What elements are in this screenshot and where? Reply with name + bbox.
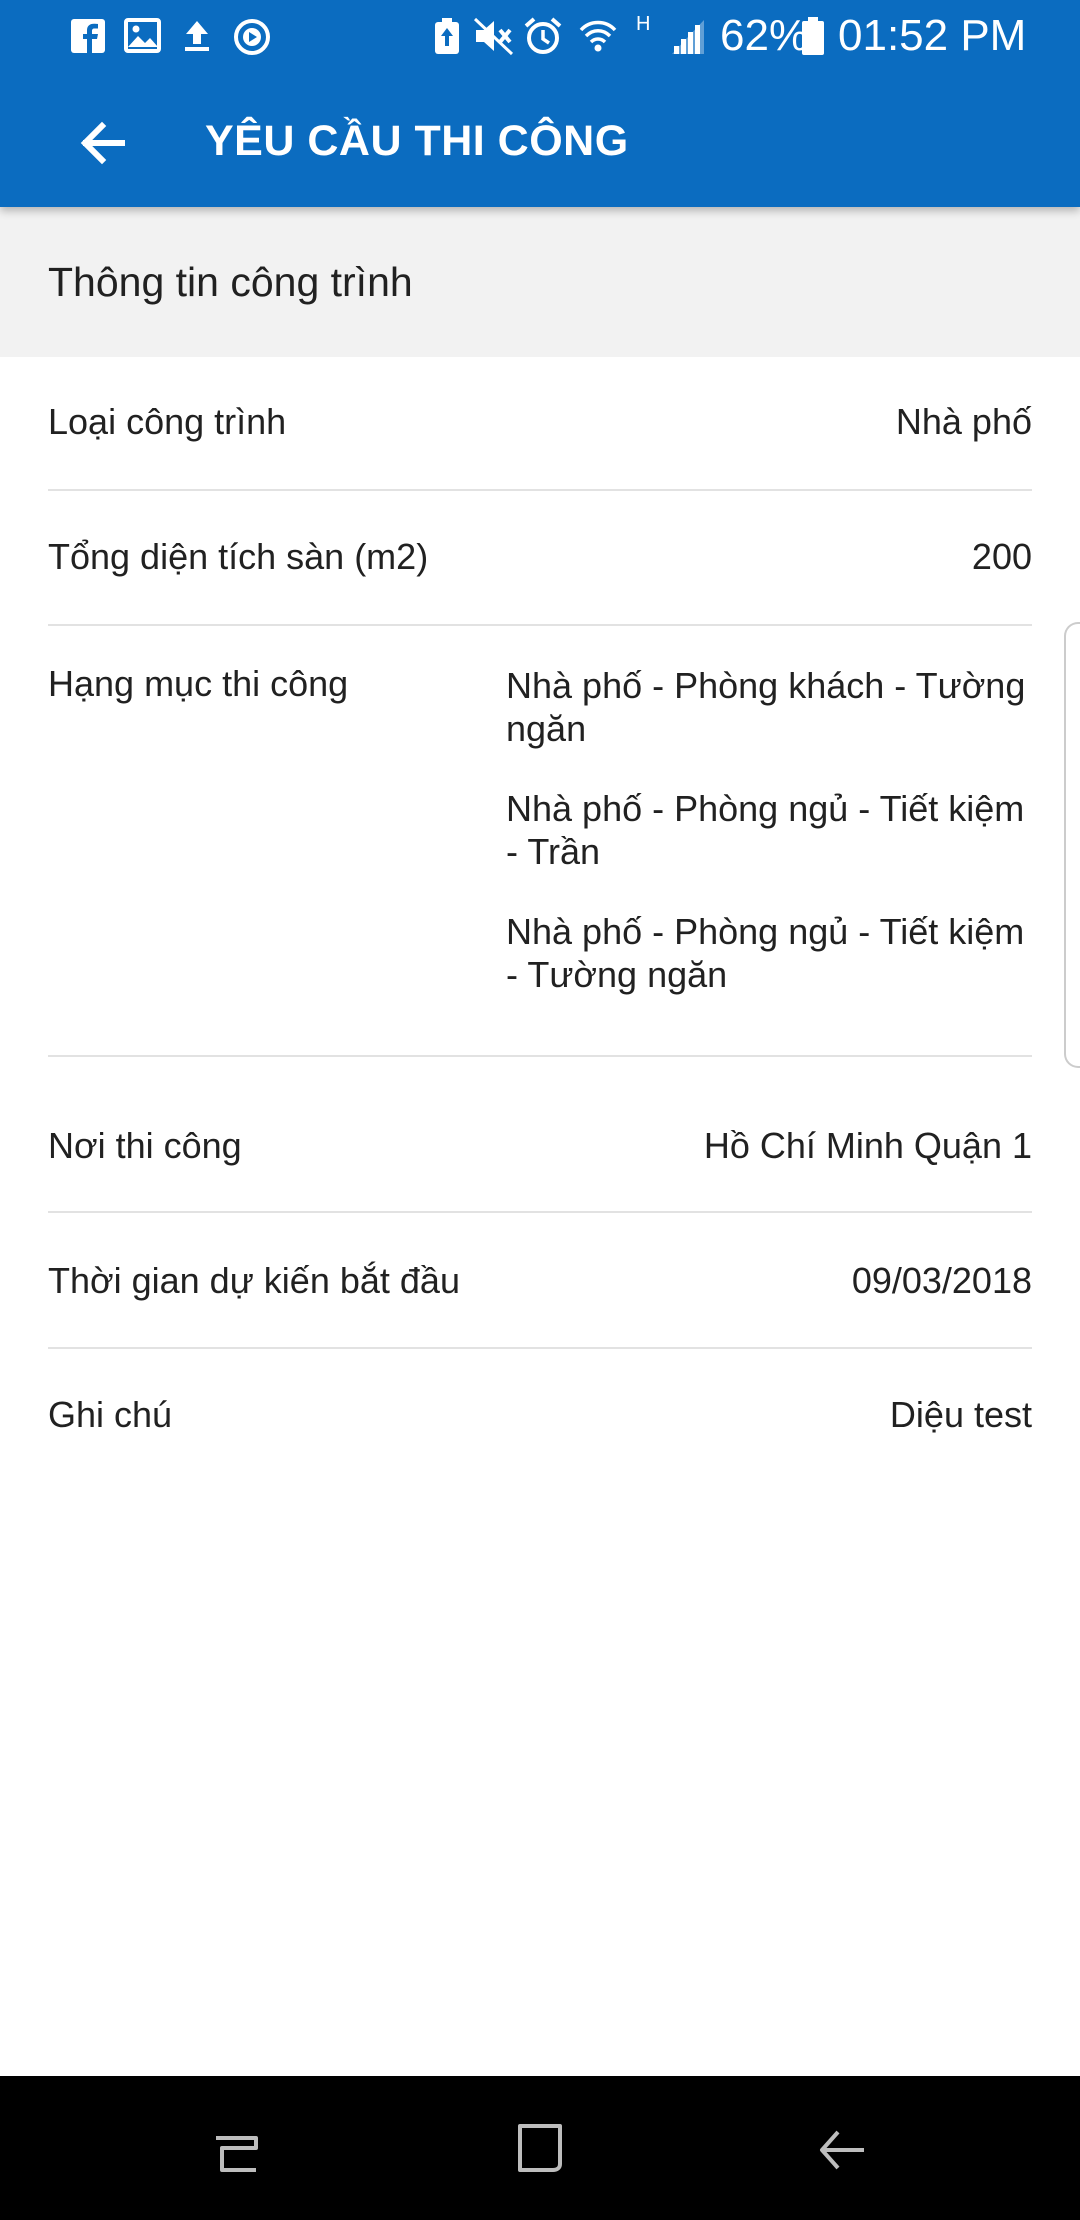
upload-icon: [185, 21, 209, 51]
floor-area-row: Tổng diện tích sàn (m2) 200: [48, 535, 1032, 578]
home-button[interactable]: [504, 2112, 576, 2184]
alarm-icon: [524, 17, 562, 54]
floor-area-value: 200: [971, 536, 1032, 577]
start-date-value: 09/03/2018: [851, 1260, 1032, 1301]
note-label: Ghi chú: [48, 1394, 173, 1435]
back-nav-button[interactable]: [806, 2112, 878, 2184]
location-row: Nơi thi công Hồ Chí Minh Quận 1: [48, 1124, 1032, 1167]
note-value: Diệu test: [889, 1394, 1032, 1435]
navigation-bar: [0, 2076, 1080, 2220]
edge-panel-handle[interactable]: [1064, 622, 1080, 1068]
signal-icon: [672, 20, 704, 54]
divider: [48, 1211, 1032, 1213]
work-item: Nhà phố - Phòng ngủ - Tiết kiệm - Tường …: [506, 911, 1025, 995]
home-icon: [518, 2124, 562, 2172]
mute-icon: [473, 17, 514, 56]
start-date-row: Thời gian dự kiến bắt đầu 09/03/2018: [48, 1259, 1032, 1302]
start-date-label: Thời gian dự kiến bắt đầu: [48, 1260, 460, 1301]
network-type: H: [636, 13, 651, 35]
battery-icon: [802, 17, 824, 55]
divider: [48, 489, 1032, 491]
battery-saver-icon: [435, 18, 459, 54]
section-header: Thông tin công trình: [0, 207, 1080, 357]
facebook-icon: [71, 19, 105, 53]
work-item: Nhà phố - Phòng ngủ - Tiết kiệm - Trần: [506, 788, 1025, 872]
clock: 01:52 PM: [838, 11, 1027, 60]
back-button[interactable]: [62, 103, 142, 183]
page-title: YÊU CẦU THI CÔNG: [205, 117, 629, 165]
work-items-list: Nhà phố - Phòng khách - Tường ngăn Nhà p…: [506, 664, 1032, 1033]
recent-apps-icon: [216, 2136, 258, 2172]
headset-icon: [234, 19, 270, 55]
section-title: Thông tin công trình: [48, 259, 413, 305]
location-label: Nơi thi công: [48, 1125, 242, 1166]
recent-apps-button[interactable]: [202, 2112, 274, 2184]
arrow-left-icon: [80, 121, 125, 165]
wifi-icon: [579, 20, 617, 52]
work-items-row: Hạng mục thi công Nhà phố - Phòng khách …: [48, 662, 1032, 995]
work-items-label: Hạng mục thi công: [48, 663, 349, 704]
note-row: Ghi chú Diệu test: [48, 1393, 1032, 1436]
divider: [48, 1055, 1032, 1057]
location-value: Hồ Chí Minh Quận 1: [703, 1125, 1032, 1166]
floor-area-label: Tổng diện tích sàn (m2): [48, 536, 429, 577]
back-icon: [820, 2130, 864, 2170]
project-type-value: Nhà phố: [895, 401, 1032, 442]
divider: [48, 1347, 1032, 1349]
battery-percentage: 62%: [720, 11, 809, 60]
gallery-icon: [124, 18, 161, 53]
project-type-label: Loại công trình: [48, 401, 287, 442]
project-type-row: Loại công trình Nhà phố: [48, 400, 1032, 443]
status-bar: H 62% 01:52 PM: [0, 0, 1080, 75]
app-bar: H 62% 01:52 PM YÊU CẦU THI CÔNG: [0, 0, 1080, 207]
divider: [48, 624, 1032, 626]
toolbar: YÊU CẦU THI CÔNG: [0, 75, 1080, 207]
work-item: Nhà phố - Phòng khách - Tường ngăn: [506, 665, 1026, 749]
